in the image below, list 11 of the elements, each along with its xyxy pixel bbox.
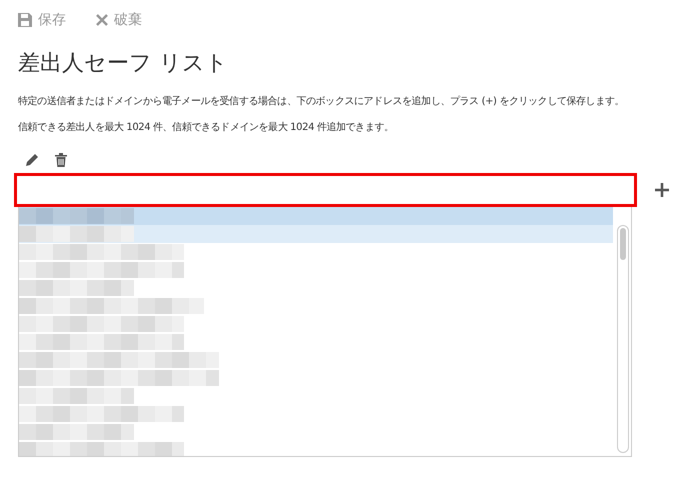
list-row[interactable]	[19, 225, 613, 243]
address-input-field[interactable]	[14, 173, 637, 207]
plus-icon[interactable]	[654, 182, 670, 198]
trash-icon[interactable]	[54, 152, 68, 168]
page-title: 差出人セーフ リスト	[18, 50, 229, 78]
discard-button[interactable]: 破棄	[96, 10, 142, 30]
description-text: 特定の送信者またはドメインから電子メールを受信する場合は、下のボックスにアドレスを追加し、プラス (+) をクリックして保存します。	[18, 94, 626, 109]
pencil-icon[interactable]	[24, 152, 40, 168]
description-text: 信頼できる差出人を最大 1024 件、信頼できるドメインを最大 1024 件追加できます。	[18, 120, 395, 135]
save-button[interactable]: 保存	[18, 10, 66, 30]
close-icon	[96, 14, 108, 26]
